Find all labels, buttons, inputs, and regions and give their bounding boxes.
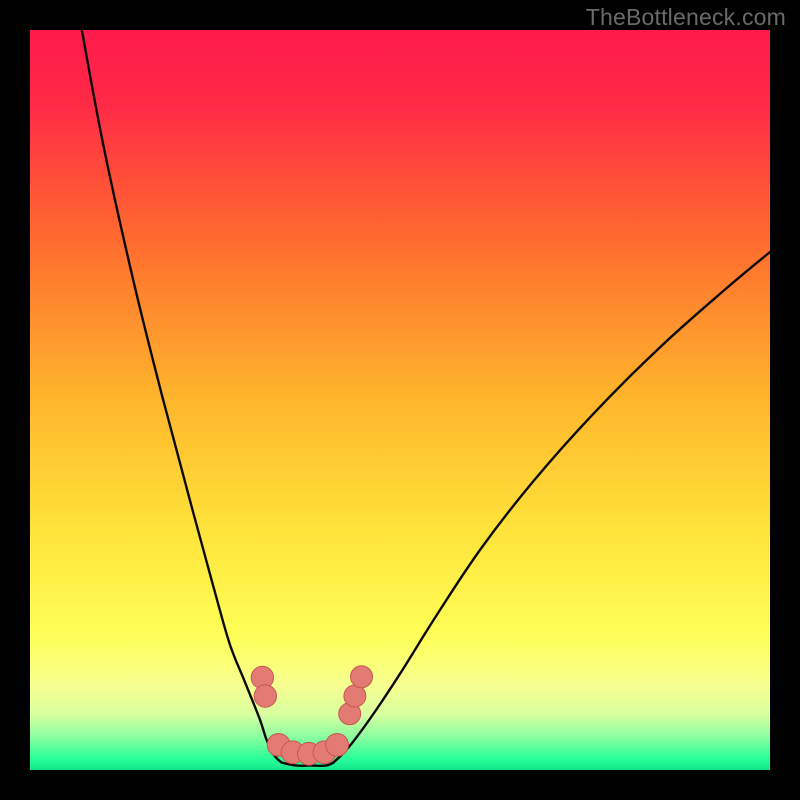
curves-layer — [30, 30, 770, 770]
marker-point — [254, 685, 276, 707]
plot-area — [30, 30, 770, 770]
marker-point — [326, 733, 349, 756]
curve-left_curve — [82, 30, 282, 763]
outer-frame: TheBottleneck.com — [0, 0, 800, 800]
marker-point — [344, 685, 366, 707]
marker-point — [351, 666, 373, 688]
curve-right_curve — [333, 252, 770, 763]
watermark-text: TheBottleneck.com — [586, 4, 786, 31]
